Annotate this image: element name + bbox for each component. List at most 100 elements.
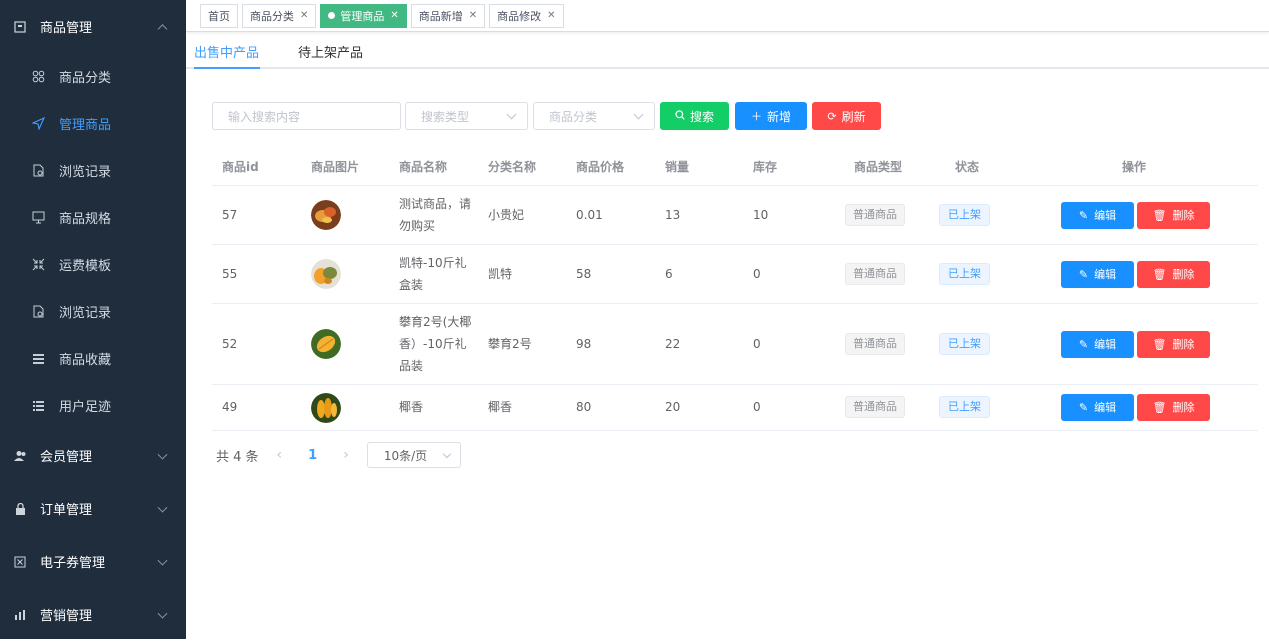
sidebar-group-coupon[interactable]: 电子券管理 [0,535,186,588]
cell-price: 58 [576,267,592,281]
tag-label: 管理商品 [340,9,385,23]
refresh-button[interactable]: ⟳ 刷新 [812,102,881,130]
monitor-icon [30,210,46,226]
sidebar-item-favorites[interactable]: 商品收藏 [0,335,186,382]
sidebar-item-shipping-template[interactable]: 运费模板 [0,241,186,288]
name-line: 攀育2号(大椰 [399,315,472,329]
status-badge: 已上架 [939,333,990,355]
tag-product-edit[interactable]: 商品修改 ✕ [489,3,564,28]
sidebar-item-label: 商品规格 [59,212,112,227]
pagination-total: 共 4 条 [216,449,259,465]
sidebar-item-label: 浏览记录 [59,165,112,180]
search-input[interactable]: 输入搜索内容 [212,102,401,130]
cell-sales: 13 [665,208,681,222]
close-icon[interactable]: ✕ [300,10,308,21]
product-thumbnail[interactable] [311,259,341,289]
page-size-select[interactable]: 10条/页 [366,442,461,468]
table-row: 49 椰香 椰香 80 20 0 普通商品 已上架 ✎ 编辑 🗑 删除 [212,385,1258,431]
cell-stock: 0 [753,400,761,414]
sidebar-item-browse-history[interactable]: 浏览记录 [0,147,186,194]
name-line: 品装 [399,359,424,373]
product-table: 商品id 商品图片 商品名称 分类名称 商品价格 销量 库存 商品类型 状态 操… [212,148,1258,431]
status-badge: 已上架 [939,204,990,226]
sidebar-item-manage-product[interactable]: 管理商品 [0,100,186,147]
col-sales: 销量 [665,160,690,174]
type-tag: 普通商品 [845,263,905,285]
col-image: 商品图片 [311,160,360,174]
sidebar-group-member[interactable]: 会员管理 [0,429,186,482]
sidebar-item-footprint[interactable]: 用户足迹 [0,382,186,429]
edit-button[interactable]: ✎ 编辑 [1061,394,1134,421]
tab-pending[interactable]: 待上架产品 [298,42,363,61]
product-thumbnail[interactable] [311,329,341,359]
add-button[interactable]: ＋ 新增 [735,102,807,130]
delete-button[interactable]: 🗑 删除 [1137,331,1210,358]
tab-on-sale[interactable]: 出售中产品 [194,42,259,61]
sidebar-item-browse-history-2[interactable]: 浏览记录 [0,288,186,335]
sidebar-group-label: 订单管理 [40,503,93,518]
chevron-down-icon [157,502,168,513]
cell-price: 0.01 [576,208,603,222]
search-type-select[interactable]: 搜索类型 [405,102,528,130]
trash-icon: 🗑 [1152,267,1167,281]
close-icon[interactable]: ✕ [469,10,477,21]
menu-icon [30,351,46,367]
col-price: 商品价格 [576,160,625,174]
doc-icon [30,304,46,320]
sidebar-item-spec[interactable]: 商品规格 [0,194,186,241]
chevron-down-icon [442,449,452,459]
active-dot-icon [328,12,336,19]
chevron-right-icon[interactable]: › [343,447,349,463]
sidebar: 商品管理 商品分类 管理商品 浏览记录 商品规格 运费模板 浏览记录 商品收藏 … [0,0,186,639]
search-button[interactable]: 搜索 [660,102,729,130]
edit-button[interactable]: ✎ 编辑 [1061,261,1134,288]
tag-home[interactable]: 首页 [200,3,238,28]
chart-icon [12,607,28,623]
delete-button[interactable]: 🗑 删除 [1137,202,1210,229]
send-icon [30,116,46,132]
cell-stock: 10 [753,208,769,222]
product-thumbnail[interactable] [311,393,341,423]
category-select[interactable]: 商品分类 [533,102,655,130]
edit-label: 编辑 [1094,208,1117,222]
table-row: 55 凯特-10斤礼 盒装 凯特 58 6 0 普通商品 已上架 ✎ 编辑 🗑 删除 [212,245,1258,304]
chevron-down-icon [157,449,168,460]
tag-product-add[interactable]: 商品新增 ✕ [410,3,486,28]
sidebar-group-order[interactable]: 订单管理 [0,482,186,535]
delete-button[interactable]: 🗑 删除 [1137,261,1210,288]
cell-name: 椰香 [399,396,479,418]
chevron-down-icon [506,109,517,120]
name-line: 勿购买 [399,219,436,233]
sidebar-group-label: 商品管理 [40,21,93,36]
col-actions: 操作 [1122,160,1147,174]
sidebar-item-category[interactable]: 商品分类 [0,53,186,100]
product-thumbnail[interactable] [311,200,341,230]
sidebar-group-marketing[interactable]: 营销管理 [0,588,186,641]
delete-button[interactable]: 🗑 删除 [1137,394,1210,421]
table-row: 57 测试商品，请 勿购买 小贵妃 0.01 13 10 普通商品 已上架 ✎ 编… [212,186,1258,245]
delete-label: 删除 [1172,337,1195,351]
cell-name: 攀育2号(大椰 香）-10斤礼 品装 [399,311,479,377]
tag-category[interactable]: 商品分类 ✕ [242,3,317,28]
close-icon[interactable]: ✕ [547,10,555,21]
page-number[interactable]: 1 [308,448,317,463]
table-header: 商品id 商品图片 商品名称 分类名称 商品价格 销量 库存 商品类型 状态 操… [212,148,1258,186]
type-tag: 普通商品 [845,333,905,355]
chevron-down-icon [157,555,168,566]
tag-manage-product[interactable]: 管理商品 ✕ [320,3,407,28]
cell-price: 80 [576,400,592,414]
add-button-label: 新增 [766,109,791,124]
edit-button[interactable]: ✎ 编辑 [1061,331,1134,358]
col-category: 分类名称 [488,160,537,174]
edit-icon: ✎ [1078,267,1089,281]
sidebar-group-label: 会员管理 [40,450,93,465]
edit-button[interactable]: ✎ 编辑 [1061,202,1134,229]
sidebar-item-label: 运费模板 [59,259,112,274]
sidebar-group-product[interactable]: 商品管理 [0,0,186,53]
product-tabs: 出售中产品 待上架产品 [186,34,1269,69]
chevron-left-icon[interactable]: ‹ [277,447,283,463]
cell-id: 49 [222,400,238,414]
tag-label: 首页 [208,9,230,23]
close-icon[interactable]: ✕ [390,10,398,21]
tab-active-indicator [194,67,260,69]
